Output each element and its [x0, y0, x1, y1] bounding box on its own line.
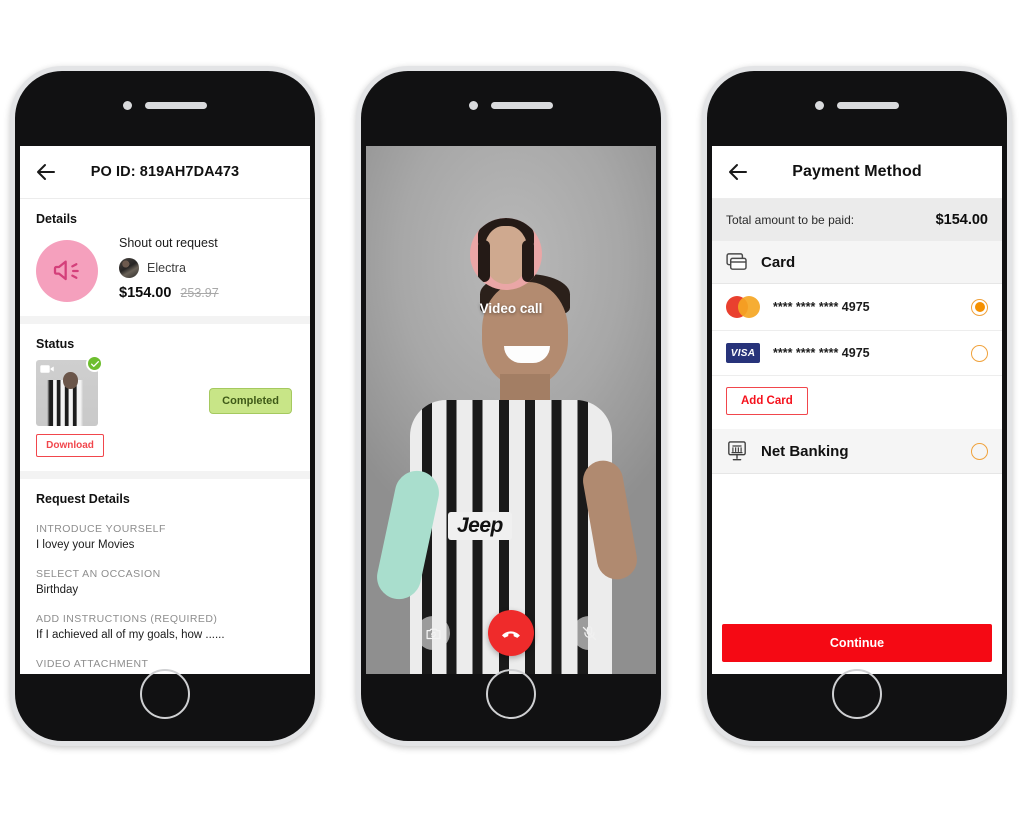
page-title: Payment Method	[792, 163, 922, 180]
request-details-section: Request Details INTRODUCE YOURSELF I lov…	[20, 479, 310, 674]
self-view-hair-left-graphic	[478, 240, 490, 282]
self-view-avatar[interactable]	[470, 218, 542, 290]
screenshot-stage: PO ID: 819AH7DA473 Details Shout out req…	[0, 0, 1024, 819]
total-amount-row: Total amount to be paid: $154.00	[712, 199, 1002, 241]
earpiece-speaker	[145, 102, 207, 109]
mute-button[interactable]	[572, 616, 606, 650]
saved-card-row-visa[interactable]: VISA **** **** **** 4975	[712, 331, 1002, 376]
video-call-screen: Jeep Video call	[366, 146, 656, 674]
net-banking-radio[interactable]	[971, 442, 988, 460]
end-call-button[interactable]	[488, 610, 534, 656]
phone-mockup-payment-method: Payment Method Total amount to be paid: …	[702, 66, 1012, 746]
home-button[interactable]	[486, 669, 536, 719]
request-details-title: Request Details	[36, 492, 130, 506]
phone-notch	[361, 101, 661, 110]
price-row: $154.00 253.97	[119, 285, 219, 301]
home-button[interactable]	[832, 669, 882, 719]
continue-button[interactable]: Continue	[722, 624, 992, 662]
front-camera-icon	[123, 101, 132, 110]
front-camera-icon	[815, 101, 824, 110]
add-card-wrap: Add Card	[712, 376, 1002, 429]
card-number: **** **** **** 4975	[773, 300, 870, 314]
call-controls	[366, 610, 656, 656]
page-title: PO ID: 819AH7DA473	[90, 164, 240, 180]
details-section: Details Shout out request Electra $154.0…	[20, 199, 310, 324]
front-camera-icon	[469, 101, 478, 110]
phone-notch	[707, 101, 1007, 110]
card-radio-mastercard[interactable]	[971, 298, 988, 316]
back-arrow-icon[interactable]	[726, 160, 750, 184]
video-camera-icon	[40, 365, 54, 373]
check-circle-icon	[86, 355, 103, 372]
earpiece-speaker	[491, 102, 553, 109]
phone-mockup-video-call: Jeep Video call	[356, 66, 666, 746]
card-section-header[interactable]: Card	[712, 241, 1002, 284]
megaphone-icon	[36, 240, 98, 302]
details-row: Shout out request Electra $154.00 253.97	[36, 234, 294, 302]
self-view-hair-right-graphic	[522, 240, 534, 282]
jersey-sponsor-text: Jeep	[448, 512, 512, 540]
net-banking-row[interactable]: Net Banking	[712, 429, 1002, 474]
field-label: ADD INSTRUCTIONS (REQUIRED)	[36, 613, 218, 625]
download-button[interactable]: Download	[36, 434, 104, 457]
card-number: **** **** **** 4975	[773, 346, 870, 360]
field-value: Birthday	[36, 584, 79, 596]
request-type: Shout out request	[119, 236, 218, 250]
visa-icon: VISA	[726, 343, 760, 363]
add-card-button[interactable]: Add Card	[726, 387, 808, 415]
back-arrow-icon[interactable]	[34, 160, 58, 184]
credit-card-icon	[726, 253, 747, 270]
original-price: 253.97	[180, 286, 219, 300]
price: $154.00	[119, 285, 172, 301]
saved-card-row-mastercard[interactable]: **** **** **** 4975	[712, 284, 1002, 331]
status-body: Download Completed	[36, 355, 294, 457]
payment-method-screen: Payment Method Total amount to be paid: …	[712, 146, 1002, 674]
switch-camera-button[interactable]	[416, 616, 450, 650]
order-appbar: PO ID: 819AH7DA473	[20, 146, 310, 199]
status-badge: Completed	[209, 388, 292, 414]
avatar	[119, 258, 139, 278]
artist-name: Electra	[147, 261, 186, 275]
field-label: SELECT AN OCCASION	[36, 568, 161, 580]
card-radio-visa[interactable]	[971, 344, 988, 362]
phone-mockup-order-detail: PO ID: 819AH7DA473 Details Shout out req…	[10, 66, 320, 746]
call-status-label: Video call	[479, 301, 543, 316]
field-label: INTRODUCE YOURSELF	[36, 523, 166, 535]
card-section-title: Card	[761, 253, 796, 271]
field-value: If I achieved all of my goals, how .....…	[36, 629, 225, 641]
earpiece-speaker	[837, 102, 899, 109]
field-value: I lovey your Movies	[36, 539, 135, 551]
thumbnail-head-graphic	[63, 372, 78, 389]
payment-spacer	[712, 474, 1002, 614]
status-section-title: Status	[36, 337, 75, 351]
total-amount-label: Total amount to be paid:	[726, 213, 855, 227]
total-amount-value: $154.00	[935, 212, 988, 228]
details-info: Shout out request Electra $154.00 253.97	[119, 234, 219, 301]
home-button[interactable]	[140, 669, 190, 719]
artist-row: Electra	[119, 258, 219, 278]
order-detail-screen: PO ID: 819AH7DA473 Details Shout out req…	[20, 146, 310, 674]
continue-wrap: Continue	[712, 614, 1002, 674]
participant-head-graphic	[482, 282, 568, 386]
video-thumbnail-wrap[interactable]: Download	[36, 355, 104, 457]
mastercard-icon	[726, 296, 760, 318]
details-section-title: Details	[36, 212, 77, 226]
status-section: Status Download Completed	[20, 324, 310, 479]
bank-icon	[728, 441, 746, 461]
phone-notch	[15, 101, 315, 110]
payment-appbar: Payment Method	[712, 146, 1002, 199]
net-banking-title: Net Banking	[761, 442, 849, 460]
